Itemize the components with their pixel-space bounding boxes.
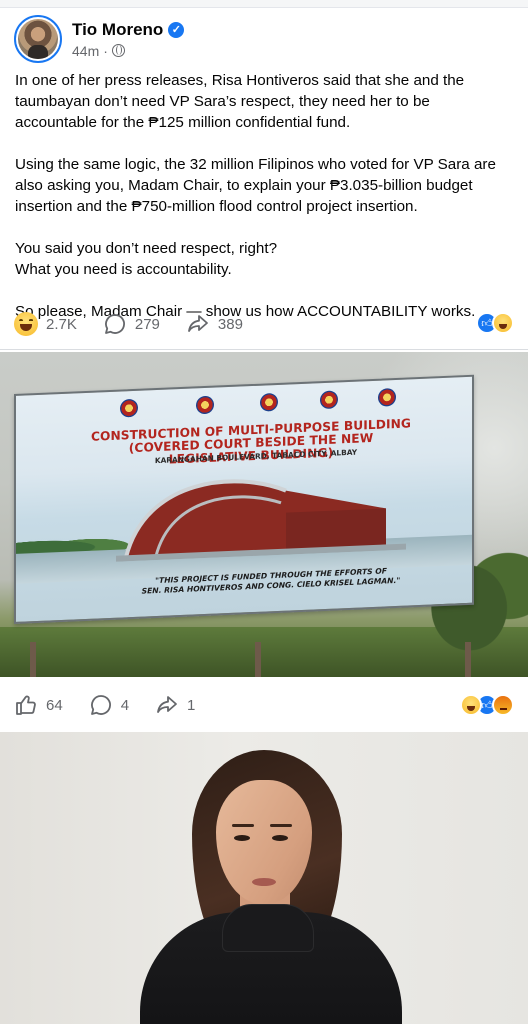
comment-button[interactable]: 4 [89, 693, 129, 717]
reactions-count: 2.7K [46, 315, 77, 333]
post-header: Tio Moreno ✓ 44m · [14, 14, 514, 64]
likes-count: 64 [46, 696, 63, 714]
thumbs-up-icon [14, 693, 38, 717]
author-name[interactable]: Tio Moreno [72, 20, 163, 40]
globe-icon [111, 44, 125, 57]
comment-icon [89, 693, 113, 717]
top-edge [0, 0, 528, 8]
share-icon [155, 693, 179, 717]
post-paragraph: You said you don’t need respect, right? [15, 240, 278, 257]
share-button[interactable]: 389 [186, 312, 243, 336]
post-body: In one of her press releases, Risa Honti… [15, 70, 515, 343]
share-icon [186, 312, 210, 336]
covered-court-illustration [116, 479, 406, 562]
meta-separator: · [103, 42, 108, 59]
reaction-summary[interactable]: 👍︎ [476, 312, 514, 334]
comment-icon [103, 312, 127, 336]
angry-reaction-icon [492, 694, 514, 716]
avatar[interactable] [14, 15, 62, 63]
seal-icon [378, 387, 396, 407]
post-actions: 2.7K 279 389 👍︎ [14, 310, 514, 338]
verified-badge-icon: ✓ [168, 21, 185, 38]
billboard-sign: CONSTRUCTION OF MULTI-PURPOSE BUILDING (… [14, 374, 474, 624]
seal-icon [260, 392, 278, 412]
post-paragraph: Using the same logic, the 32 million Fil… [15, 156, 496, 215]
shares-count: 1 [187, 696, 196, 714]
share-button[interactable]: 1 [155, 693, 195, 717]
post-paragraph: What you need is accountability. [15, 261, 232, 278]
comment-button[interactable]: 279 [103, 312, 160, 336]
reaction-summary[interactable]: 👍︎ [460, 694, 514, 716]
billboard-photo[interactable]: CONSTRUCTION OF MULTI-PURPOSE BUILDING (… [0, 352, 528, 677]
haha-reaction-icon [460, 694, 482, 716]
reaction-button[interactable]: 2.7K [14, 312, 77, 336]
divider [0, 349, 528, 350]
seal-icon [196, 395, 214, 415]
haha-reaction-icon [14, 312, 38, 336]
post-time[interactable]: 44m [72, 43, 99, 59]
comments-count: 279 [134, 315, 160, 333]
shared-post-actions: 64 4 1 👍︎ [14, 692, 514, 718]
portrait-photo[interactable] [0, 732, 528, 1024]
seal-icon [120, 398, 138, 418]
shares-count: 389 [217, 315, 243, 333]
like-button[interactable]: 64 [14, 693, 63, 717]
haha-reaction-icon [492, 312, 514, 334]
seal-icon [320, 390, 338, 410]
comments-count: 4 [120, 696, 130, 714]
post-paragraph: In one of her press releases, Risa Honti… [15, 72, 465, 131]
